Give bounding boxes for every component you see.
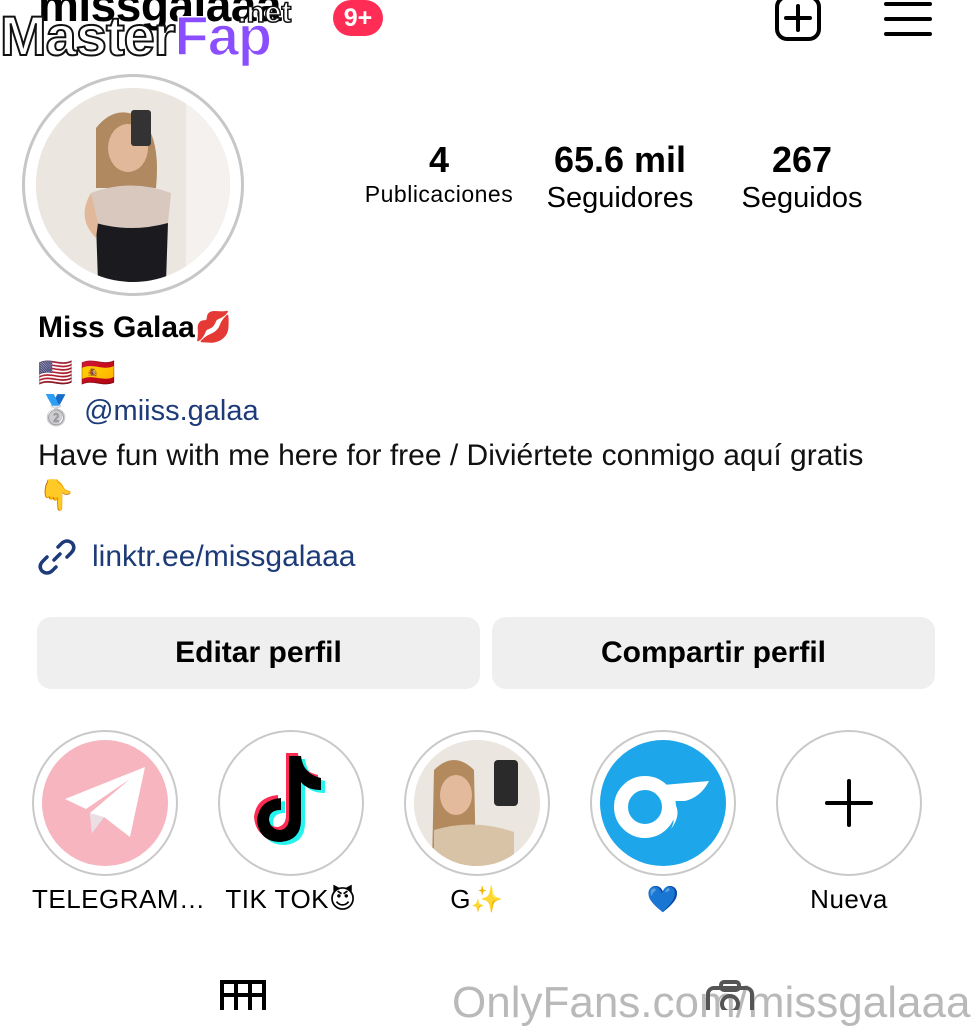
new-post-button[interactable] — [774, 0, 822, 42]
highlight-ring — [590, 730, 736, 876]
highlight-ring — [404, 730, 550, 876]
stat-followers[interactable]: 65.6 mil Seguidores — [530, 140, 710, 216]
link-chain-icon — [38, 539, 76, 575]
add-square-icon — [775, 0, 821, 41]
stat-posts[interactable]: 4 Publicaciones — [356, 140, 522, 208]
highlight-label: Nueva — [810, 884, 888, 914]
share-profile-button[interactable]: Compartir perfil — [492, 617, 935, 689]
plus-icon — [825, 779, 873, 827]
camera-icon — [706, 980, 754, 1020]
threads-link[interactable]: 🥈 @miiss.galaa — [38, 394, 259, 428]
highlight-new[interactable]: Nueva — [776, 730, 922, 915]
hamburger-menu-icon — [884, 2, 932, 36]
highlight-telegram[interactable]: TELEGRAM… — [32, 730, 206, 915]
telegram-icon — [65, 767, 145, 837]
posts-grid-tab[interactable] — [220, 980, 266, 1024]
highlight-photo — [414, 740, 540, 866]
highlight-cover — [228, 740, 354, 866]
menu-button[interactable] — [884, 0, 932, 40]
following-label: Seguidos — [741, 181, 863, 214]
followers-label: Seguidores — [546, 181, 694, 214]
posts-label: Publicaciones — [364, 180, 514, 207]
bio-text: Have fun with me here for free / Diviért… — [38, 439, 864, 512]
posts-count: 4 — [428, 139, 450, 180]
watermark: MasterFap — [0, 7, 273, 65]
link-text: linktr.ee/missgalaaa — [92, 540, 356, 573]
highlight-ring — [776, 730, 922, 876]
grid-icon — [220, 980, 266, 1024]
watermark-part-1: Master — [0, 4, 177, 67]
tagged-tab[interactable] — [705, 980, 755, 1020]
medal-icon: 🥈 — [38, 395, 75, 427]
onlyfans-icon — [614, 776, 709, 838]
highlight-g[interactable]: G✨ — [404, 730, 550, 915]
highlight-label: G✨ — [450, 884, 504, 914]
notification-badge[interactable]: 9+ — [333, 0, 383, 36]
stat-following[interactable]: 267 Seguidos — [722, 140, 882, 216]
threads-handle: @miiss.galaa — [84, 394, 259, 427]
tiktok-icon — [254, 753, 325, 845]
external-link[interactable]: linktr.ee/missgalaaa — [38, 538, 355, 576]
edit-profile-button[interactable]: Editar perfil — [37, 617, 480, 689]
highlight-onlyfans[interactable]: 💙 — [590, 730, 736, 915]
flags: 🇺🇸 🇪🇸 — [38, 357, 116, 388]
avatar[interactable] — [36, 88, 230, 282]
watermark-suffix: .net — [237, 0, 292, 30]
highlight-ring — [218, 730, 364, 876]
highlight-ring — [32, 730, 178, 876]
highlight-cover — [600, 740, 726, 866]
highlight-cover — [42, 740, 168, 866]
following-count: 267 — [771, 139, 833, 180]
highlight-tiktok[interactable]: TIK TOK😈 — [218, 730, 364, 915]
highlight-label: TIK TOK😈 — [225, 884, 357, 914]
highlight-label: TELEGRAM… — [32, 884, 206, 914]
highlight-cover — [414, 740, 540, 866]
followers-count: 65.6 mil — [553, 139, 687, 180]
profile-photo — [36, 88, 230, 282]
highlight-label: 💙 — [646, 884, 680, 914]
display-name: Miss Galaa💋 — [38, 311, 233, 344]
highlight-cover — [786, 740, 912, 866]
